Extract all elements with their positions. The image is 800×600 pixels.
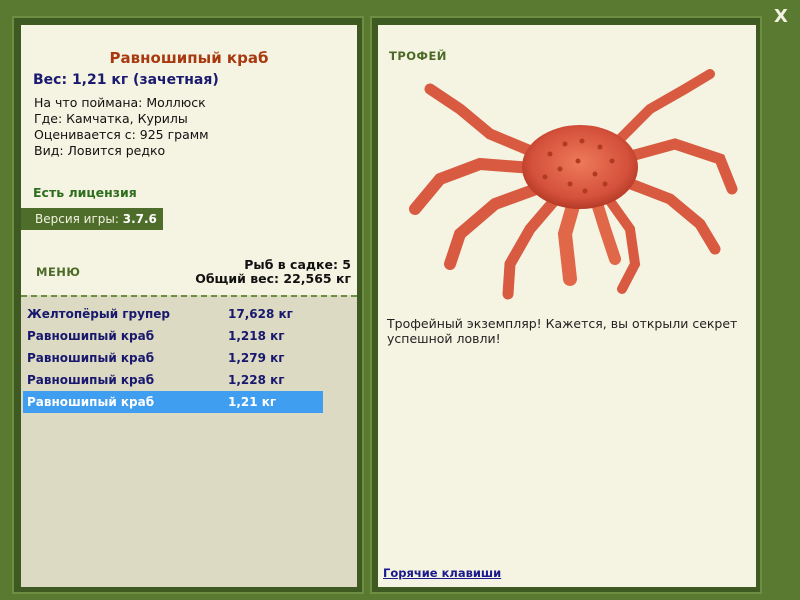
king-crab-image (409, 69, 738, 300)
close-button[interactable]: X (770, 6, 792, 28)
fish-weight: Вес: 1,21 кг (зачетная) (33, 72, 219, 88)
version-bar: Версия игры: 3.7.6 (21, 208, 163, 230)
catch-name: Равношипый краб (27, 395, 155, 409)
catch-row[interactable]: Равношипый краб 1,21 кг (23, 391, 323, 413)
trophy-description: Трофейный экземпляр! Кажется, вы открыли… (387, 316, 738, 346)
hotkeys-link[interactable]: Горячие клавиши (383, 566, 501, 580)
fish-info-panel: Равношипый краб Вес: 1,21 кг (зачетная) … (21, 25, 357, 587)
catch-name: Желтопёрый групер (27, 307, 170, 321)
close-icon: X (774, 6, 788, 27)
version-label: Версия игры: (35, 212, 119, 226)
fish-name: Равношипый краб (109, 49, 269, 67)
fish-threshold: Оценивается с: 925 грамм (34, 127, 209, 142)
catch-row[interactable]: Желтопёрый групер 17,628 кг (23, 303, 323, 325)
keepnet-count: Рыб в садке: 5 (244, 257, 351, 272)
catch-name: Равношипый краб (27, 373, 155, 387)
catch-weight: 1,218 кг (228, 329, 285, 343)
fish-location: Где: Камчатка, Курилы (34, 111, 188, 126)
fish-rarity: Вид: Ловится редко (34, 143, 166, 158)
catch-row[interactable]: Равношипый краб 1,218 кг (23, 325, 323, 347)
catch-weight: 1,21 кг (228, 395, 277, 409)
catch-name: Равношипый краб (27, 329, 155, 343)
keepnet-total-weight: Общий вес: 22,565 кг (195, 271, 351, 286)
fish-info-frame: Равношипый краб Вес: 1,21 кг (зачетная) … (12, 16, 364, 594)
catch-weight: 17,628 кг (228, 307, 293, 321)
menu-button[interactable]: МЕНЮ (36, 265, 80, 279)
version-value: 3.7.6 (122, 212, 157, 226)
trophy-panel: ТРОФЕЙ Трофейный экземпляр! Кажется, вы … (378, 25, 756, 587)
catch-row[interactable]: Равношипый краб 1,228 кг (23, 369, 323, 391)
fish-bait: На что поймана: Моллюск (34, 95, 206, 110)
catch-weight: 1,228 кг (228, 373, 285, 387)
catch-row[interactable]: Равношипый краб 1,279 кг (23, 347, 323, 369)
catch-weight: 1,279 кг (228, 351, 285, 365)
catch-list: Желтопёрый групер 17,628 кг Равношипый к… (21, 295, 357, 587)
license-status: Есть лицензия (33, 185, 137, 200)
catch-name: Равношипый краб (27, 351, 155, 365)
trophy-frame: ТРОФЕЙ Трофейный экземпляр! Кажется, вы … (370, 16, 762, 594)
